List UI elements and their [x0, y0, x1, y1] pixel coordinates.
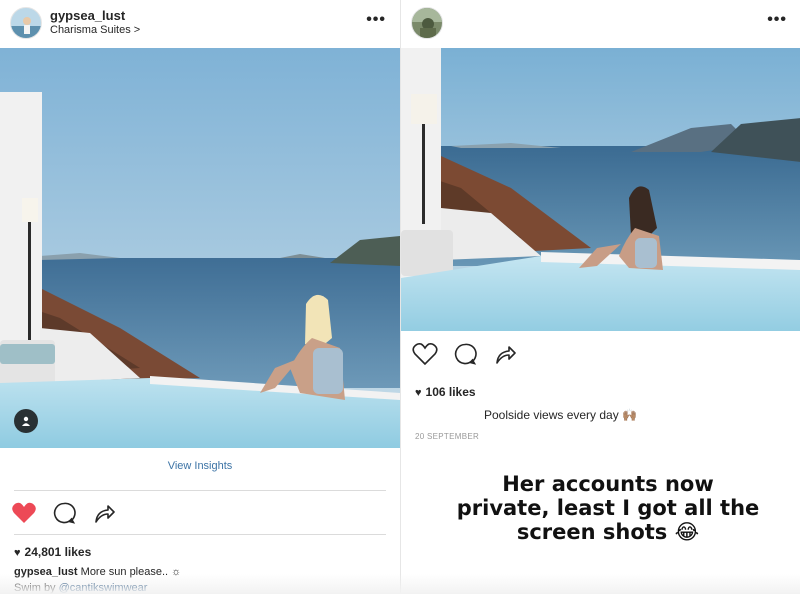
comment-icon[interactable]: [50, 499, 78, 527]
left-post: gypsea_lust Charisma Suites > ••• View I…: [0, 0, 400, 594]
heart-outline-icon[interactable]: [411, 340, 439, 368]
right-likes-text: 106 likes: [425, 385, 476, 399]
view-insights-link[interactable]: View Insights: [0, 460, 400, 472]
left-caption: gypsea_lust More sun please.. ☼: [14, 566, 181, 578]
left-location[interactable]: Charisma Suites >: [50, 24, 140, 36]
left-post-photo[interactable]: [0, 48, 400, 448]
left-post-header: gypsea_lust Charisma Suites > •••: [0, 0, 400, 48]
right-likes-count[interactable]: ♥ 106 likes: [415, 385, 476, 399]
caption-mention[interactable]: @cantikswimwear: [59, 582, 148, 594]
left-likes-count[interactable]: ♥ 24,801 likes: [14, 545, 91, 559]
heart-small-icon: ♥: [14, 547, 21, 559]
right-post-header: •••: [401, 0, 800, 48]
left-caption-line2: Swim by @cantikswimwear: [14, 582, 147, 594]
overlay-caption-text: Her accounts now private, least I got al…: [456, 472, 760, 544]
divider: [14, 534, 386, 535]
caption-text: More sun please.. ☼: [80, 566, 182, 578]
heart-small-icon: ♥: [415, 387, 422, 399]
left-action-bar: [0, 499, 400, 529]
right-caption: Poolside views every day 🙌🏽: [484, 408, 638, 422]
divider: [14, 490, 386, 491]
left-likes-text: 24,801 likes: [24, 545, 92, 559]
left-username[interactable]: gypsea_lust: [50, 8, 125, 23]
right-more-icon[interactable]: •••: [767, 12, 787, 28]
comment-icon[interactable]: [451, 340, 479, 368]
left-more-icon[interactable]: •••: [366, 12, 386, 28]
right-post: ••• ♥ 106 likes Poolside views every day…: [400, 0, 800, 594]
caption-username[interactable]: gypsea_lust: [14, 566, 78, 578]
share-icon[interactable]: [491, 340, 519, 368]
right-post-date[interactable]: 20 SEPTEMBER: [415, 432, 479, 441]
share-icon[interactable]: [90, 499, 118, 527]
left-avatar[interactable]: [10, 7, 42, 39]
user-tag-icon[interactable]: [14, 409, 38, 433]
right-avatar[interactable]: [411, 7, 443, 39]
right-action-bar: [401, 340, 800, 370]
heart-icon[interactable]: [10, 499, 38, 527]
right-post-photo[interactable]: [401, 48, 800, 331]
caption-line2-prefix: Swim by: [14, 582, 59, 594]
